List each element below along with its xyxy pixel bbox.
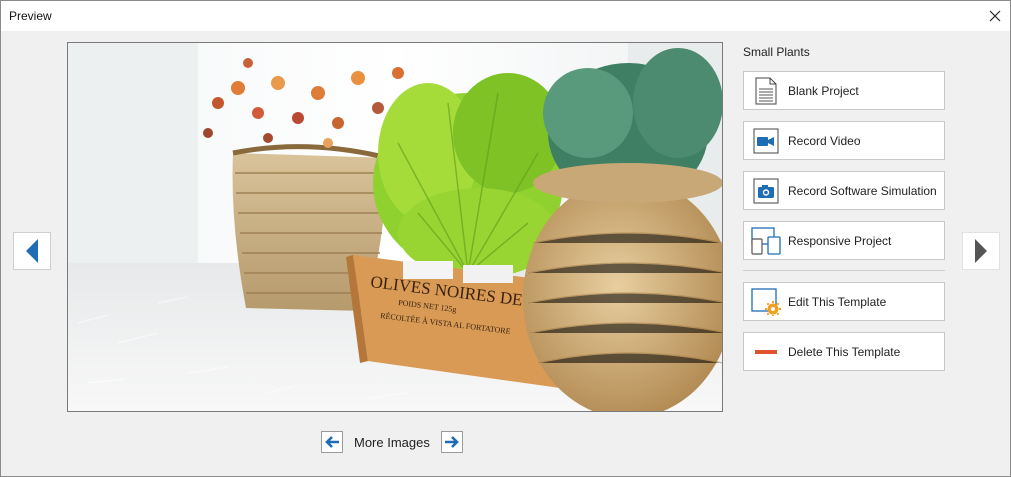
document-icon — [744, 72, 788, 109]
camera-icon — [744, 172, 788, 209]
more-images-next-button[interactable] — [440, 431, 463, 453]
more-images-row: More Images — [321, 430, 463, 454]
delete-template-label: Delete This Template — [788, 344, 901, 359]
window-title: Preview — [9, 9, 52, 23]
edit-template-button[interactable]: Edit This Template — [743, 282, 945, 321]
actions-divider — [743, 270, 945, 271]
minus-icon — [744, 333, 788, 370]
record-video-button[interactable]: Record Video — [743, 121, 945, 160]
record-software-simulation-button[interactable]: Record Software Simulation — [743, 171, 945, 210]
plants-photo: OLIVES NOIRES DE NICE POIDS NET 125g RÉC… — [68, 43, 722, 411]
template-preview-image: OLIVES NOIRES DE NICE POIDS NET 125g RÉC… — [67, 42, 723, 412]
preview-dialog: Preview OLIVES NOIRES DE NICE POIDS NET … — [0, 0, 1011, 477]
record-software-simulation-label: Record Software Simulation — [788, 183, 937, 198]
responsive-project-button[interactable]: Responsive Project — [743, 221, 945, 260]
video-camera-icon — [744, 122, 788, 159]
responsive-devices-icon — [744, 222, 788, 259]
blank-project-label: Blank Project — [788, 83, 859, 98]
template-name: Small Plants — [743, 45, 810, 59]
blank-project-button[interactable]: Blank Project — [743, 71, 945, 110]
arrow-left-icon — [325, 436, 339, 448]
previous-template-button[interactable] — [13, 232, 51, 270]
next-template-button[interactable] — [962, 232, 1000, 270]
delete-template-button[interactable]: Delete This Template — [743, 332, 945, 371]
edit-template-label: Edit This Template — [788, 294, 887, 309]
record-video-label: Record Video — [788, 133, 861, 148]
triangle-right-icon — [975, 239, 987, 263]
close-button[interactable] — [980, 1, 1010, 31]
close-icon — [989, 10, 1001, 22]
responsive-project-label: Responsive Project — [788, 233, 892, 248]
title-bar: Preview — [1, 1, 1010, 31]
edit-template-icon — [744, 283, 788, 320]
more-images-previous-button[interactable] — [321, 431, 343, 453]
triangle-left-icon — [26, 239, 38, 263]
arrow-right-icon — [444, 436, 459, 448]
more-images-label: More Images — [354, 434, 430, 450]
